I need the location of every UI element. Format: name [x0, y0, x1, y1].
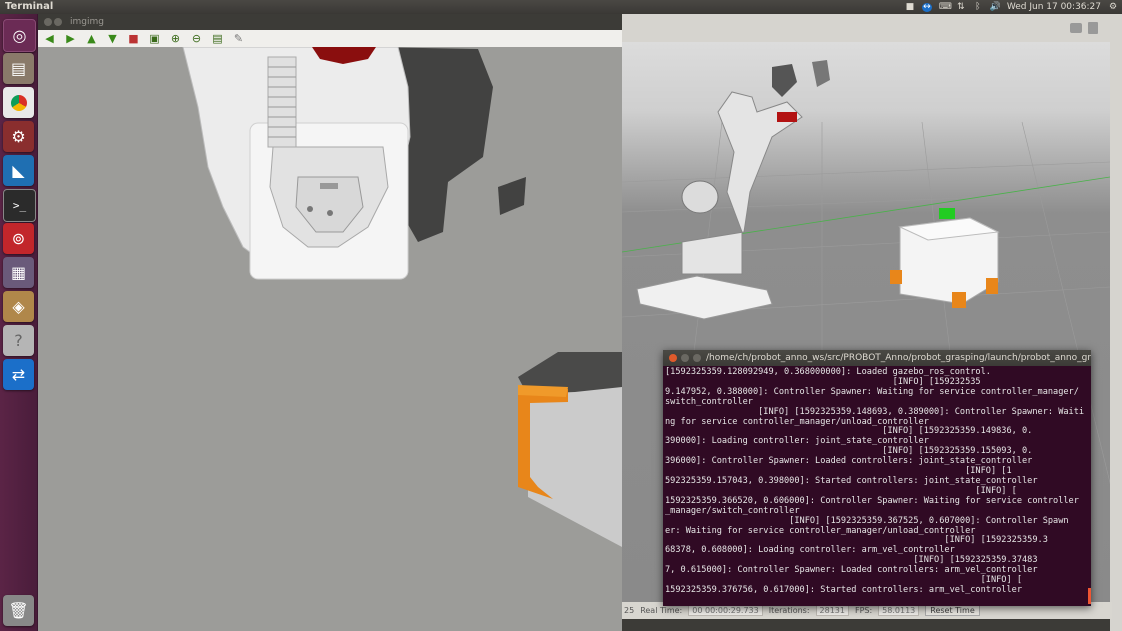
package-icon[interactable]: ◈: [3, 291, 34, 322]
gear-icon[interactable]: ⚙: [1108, 2, 1118, 12]
fps-value: 58.0113: [878, 605, 920, 616]
screenshot-icon[interactable]: [1070, 23, 1082, 33]
help-icon[interactable]: ?: [3, 325, 34, 356]
camera-icon[interactable]: ■: [905, 2, 915, 12]
status-prefix: 25: [624, 606, 635, 615]
top-panel: Terminal ■ ↔ ⌨ ⇅ ᛒ 🔊 Wed Jun 17 00:36:27…: [0, 0, 1122, 14]
reset-time-button[interactable]: Reset Time: [925, 605, 980, 616]
zoom-in-icon[interactable]: ⊕: [168, 31, 183, 46]
files-icon[interactable]: ▤: [3, 53, 34, 84]
maximize-icon[interactable]: [693, 354, 701, 362]
netease-music-icon[interactable]: ⊚: [3, 223, 34, 254]
imgimg-toolbar: ◀ ▶ ▲ ▼ ■ ▣ ⊕ ⊖ ▤ ✎: [38, 30, 622, 48]
keyboard-icon[interactable]: ⌨: [939, 2, 952, 12]
bluetooth-icon[interactable]: ᛒ: [973, 2, 983, 12]
trash-icon[interactable]: 🗑: [3, 595, 34, 626]
chrome-icon[interactable]: [3, 87, 34, 118]
terminal-scrollbar[interactable]: [1088, 588, 1091, 604]
zoom-out-icon[interactable]: ⊖: [189, 31, 204, 46]
camera-image-view[interactable]: [38, 46, 622, 631]
terminal-line: [INFO] [1592325359.367525, 0.607000]: Co…: [665, 515, 1069, 526]
close-icon[interactable]: [669, 354, 677, 362]
settings-icon[interactable]: ⚙: [3, 121, 34, 152]
media-icon[interactable]: ▦: [3, 257, 34, 288]
fps-label: FPS:: [854, 606, 873, 615]
iterations-value: 28131: [815, 605, 849, 616]
ubuntu-dash-icon[interactable]: ◎: [3, 19, 36, 52]
gazebo-toolbar: [622, 14, 1122, 42]
clock[interactable]: Wed Jun 17 00:36:27: [1007, 2, 1101, 12]
clear-icon[interactable]: ✎: [231, 31, 246, 46]
up-arrow-icon[interactable]: ▲: [84, 31, 99, 46]
forward-arrow-icon[interactable]: ▶: [63, 31, 78, 46]
launcher: ◎ ▤ ⚙ ◣ >_ ⊚ ▦ ◈ ? ⇄ 🗑: [0, 14, 38, 631]
active-app-title: Terminal: [5, 1, 54, 12]
minimize-icon[interactable]: [54, 18, 62, 26]
terminal-title: /home/ch/probot_anno_ws/src/PROBOT_Anno/…: [706, 353, 1091, 363]
terminal-window: /home/ch/probot_anno_ws/src/PROBOT_Anno/…: [663, 350, 1091, 606]
window-title: imgimg: [70, 17, 104, 27]
imgimg-window: imgimg ◀ ▶ ▲ ▼ ■ ▣ ⊕ ⊖ ▤ ✎: [38, 14, 622, 631]
camera-image: [182, 46, 622, 547]
minimize-icon[interactable]: [681, 354, 689, 362]
real-time-value: 00 00:00:29.733: [688, 605, 763, 616]
volume-icon[interactable]: 🔊: [990, 2, 1001, 12]
teamviewer-icon[interactable]: ⇄: [3, 359, 34, 390]
save-icon[interactable]: ▤: [210, 31, 225, 46]
teamviewer-tray-icon[interactable]: ↔: [921, 2, 932, 12]
real-time-label: Real Time:: [640, 606, 683, 615]
system-tray: ■ ↔ ⌨ ⇅ ᛒ 🔊 Wed Jun 17 00:36:27 ⚙: [905, 0, 1118, 14]
terminal-titlebar[interactable]: /home/ch/probot_anno_ws/src/PROBOT_Anno/…: [663, 350, 1091, 366]
down-arrow-icon[interactable]: ▼: [105, 31, 120, 46]
close-icon[interactable]: [44, 18, 52, 26]
gazebo-side-strip[interactable]: [1110, 42, 1122, 631]
iterations-label: Iterations:: [768, 606, 810, 615]
network-icon[interactable]: ⇅: [956, 2, 966, 12]
stop-icon[interactable]: ■: [126, 31, 141, 46]
vscode-icon[interactable]: ◣: [3, 155, 34, 186]
fit-icon[interactable]: ▣: [147, 31, 162, 46]
log-icon[interactable]: [1088, 22, 1098, 34]
back-arrow-icon[interactable]: ◀: [42, 31, 57, 46]
terminal-line: 1592325359.376756, 0.617000]: Started co…: [665, 584, 1022, 595]
terminal-icon[interactable]: >_: [3, 189, 36, 222]
terminal-output[interactable]: [1592325359.128092949, 0.368000000]: Loa…: [665, 367, 1087, 596]
imgimg-titlebar[interactable]: imgimg: [38, 14, 622, 30]
